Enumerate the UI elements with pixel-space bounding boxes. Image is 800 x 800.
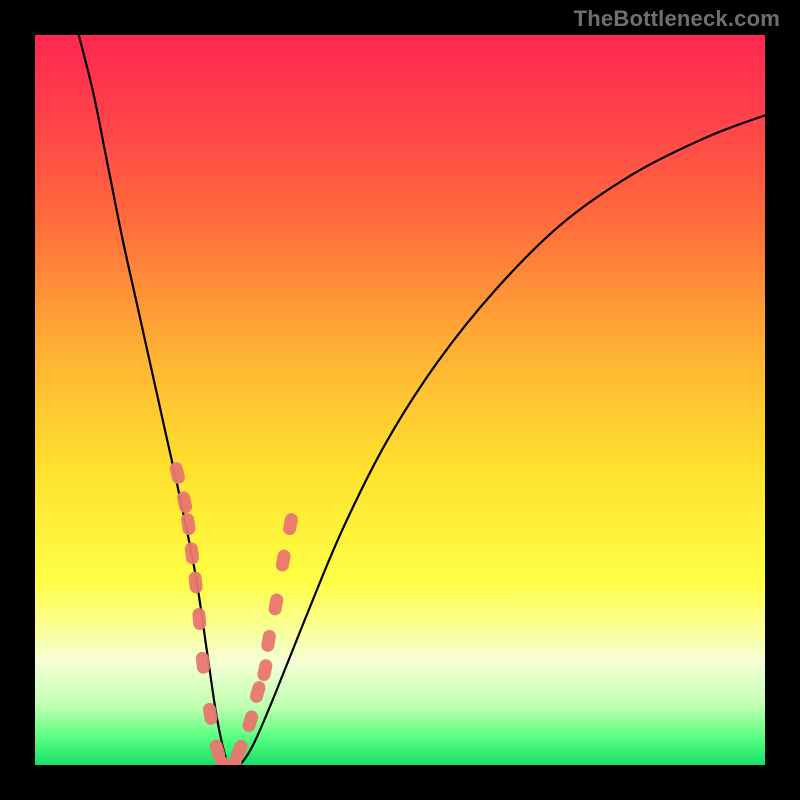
curve-marker: [188, 571, 203, 594]
plot-area: [35, 35, 765, 765]
marker-group: [168, 461, 299, 765]
curve-marker: [275, 549, 292, 573]
curve-marker: [260, 629, 276, 653]
curve-marker: [180, 512, 196, 536]
curve-marker: [184, 542, 200, 565]
chart-frame: TheBottleneck.com: [0, 0, 800, 800]
curve-marker: [282, 512, 299, 536]
bottleneck-curve: [79, 35, 765, 765]
curve-marker: [256, 658, 273, 682]
curve-marker: [168, 461, 186, 485]
curve-marker: [248, 680, 267, 705]
watermark-text: TheBottleneck.com: [574, 6, 780, 32]
curve-svg: [35, 35, 765, 765]
curve-marker: [192, 607, 207, 630]
curve-marker: [241, 709, 260, 734]
curve-marker: [268, 592, 285, 616]
